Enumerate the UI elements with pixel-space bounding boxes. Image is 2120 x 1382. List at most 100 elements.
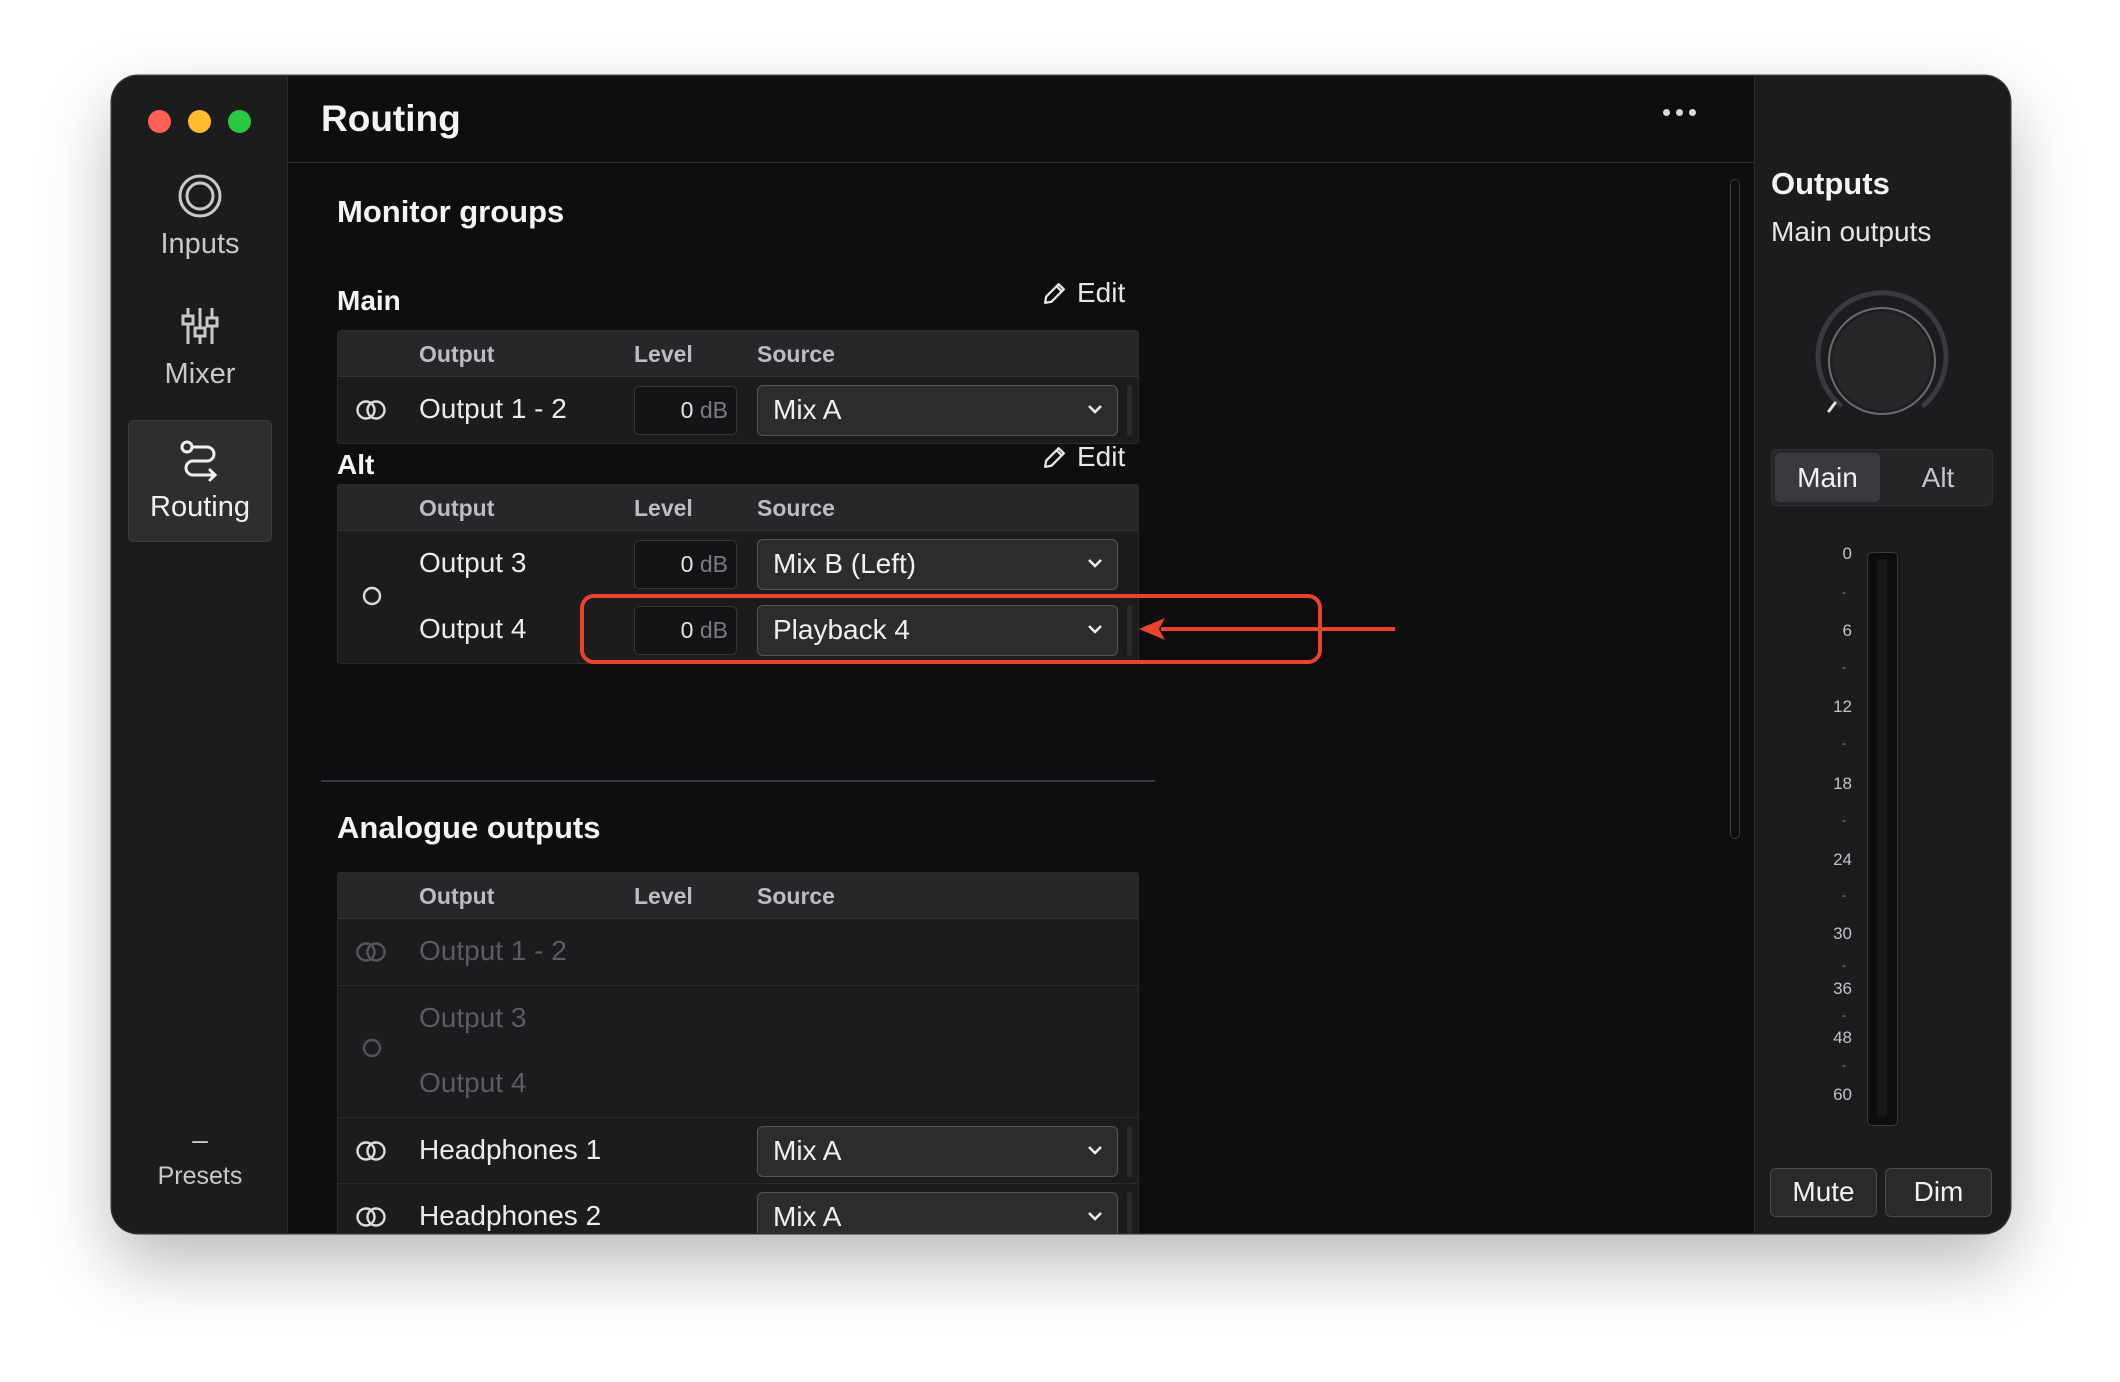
output-name: Output 3 xyxy=(419,1002,527,1033)
meter-minor-tick: - xyxy=(1842,1008,1846,1022)
table-row: Headphones 2 Mix A xyxy=(338,1183,1138,1233)
monitor-groups-title: Monitor groups xyxy=(337,194,565,229)
outputs-title: Outputs xyxy=(1771,166,1890,201)
presets-button[interactable]: – Presets xyxy=(112,1126,288,1191)
column-header-source: Source xyxy=(757,883,835,909)
table-row: Output 3 xyxy=(338,985,1138,1058)
meter-tick-label: 0 xyxy=(1842,544,1852,563)
source-dropdown[interactable]: Mix A xyxy=(757,385,1118,436)
chevron-down-icon xyxy=(1088,1212,1102,1221)
level-unit: dB xyxy=(699,397,728,423)
column-header-level: Level xyxy=(634,883,693,909)
zoom-window-button[interactable] xyxy=(228,110,251,133)
output-name: Headphones 2 xyxy=(419,1200,602,1231)
table-row: Output 1 - 2 0 dB Mix A xyxy=(338,377,1138,443)
column-header-level: Level xyxy=(634,341,693,367)
level-unit: dB xyxy=(699,551,728,577)
sidebar-item-label: Inputs xyxy=(160,228,240,260)
source-value: Mix A xyxy=(773,1201,842,1232)
table-row: Output 1 - 2 xyxy=(338,919,1138,985)
chevron-down-icon xyxy=(1088,405,1102,414)
mute-button[interactable]: Mute xyxy=(1770,1168,1877,1217)
outputs-subtitle: Main outputs xyxy=(1771,216,1932,247)
sidebar-item-label: Routing xyxy=(150,491,250,523)
sidebar-item-mixer[interactable]: Mixer xyxy=(128,302,272,424)
level-field[interactable]: 0 dB xyxy=(634,386,737,435)
source-dropdown[interactable]: Mix A xyxy=(757,1126,1118,1177)
mixer-icon xyxy=(181,308,219,344)
main-group-title: Main xyxy=(337,285,401,316)
stereo-link-icon[interactable] xyxy=(356,1139,386,1163)
meter-tick-label: 6 xyxy=(1842,621,1852,640)
meter-minor-tick: - xyxy=(1842,813,1846,827)
dim-button[interactable]: Dim xyxy=(1885,1168,1992,1217)
annotation-arrow xyxy=(1139,618,1395,640)
meter-tick-label: 60 xyxy=(1833,1085,1852,1104)
main-alt-toggle[interactable]: Main Alt xyxy=(1771,449,1993,506)
stereo-link-icon[interactable] xyxy=(356,1205,386,1229)
column-header-level: Level xyxy=(634,495,693,521)
meter-tick-label: 30 xyxy=(1833,924,1852,943)
sidebar-item-inputs[interactable]: Inputs xyxy=(128,172,272,294)
meter-tick-label: 48 xyxy=(1833,1028,1852,1047)
alt-toggle-button[interactable]: Alt xyxy=(1888,453,1988,502)
inputs-icon xyxy=(178,174,222,218)
volume-knob[interactable] xyxy=(1807,286,1957,436)
alt-edit-button[interactable]: Edit xyxy=(1041,441,1125,473)
output-level-meter xyxy=(1867,552,1898,1126)
pencil-icon xyxy=(1044,446,1065,468)
output-name: Output 3 xyxy=(419,547,527,578)
vertical-scrollbar[interactable] xyxy=(1730,179,1740,839)
main-toggle-button[interactable]: Main xyxy=(1775,453,1880,502)
presets-dash: – xyxy=(192,1124,208,1155)
level-meter xyxy=(1127,1192,1132,1233)
chevron-down-icon xyxy=(1088,559,1102,568)
close-window-button[interactable] xyxy=(148,110,171,133)
level-value: 0 xyxy=(680,551,694,577)
alt-group-title: Alt xyxy=(337,449,375,480)
minimize-window-button[interactable] xyxy=(188,110,211,133)
meter-minor-tick: - xyxy=(1842,888,1846,902)
outputs-panel: Outputs Main outputs Main Alt 0 - 6 - 12… xyxy=(1754,76,2010,1233)
level-field[interactable]: 0 dB xyxy=(634,540,737,589)
column-header-output: Output xyxy=(419,341,495,367)
traffic-lights xyxy=(148,110,251,133)
main-edit-button[interactable]: Edit xyxy=(1041,277,1125,309)
analogue-outputs-table: Output Level Source Output 1 - 2 Output … xyxy=(337,872,1139,1233)
level-value: 0 xyxy=(680,397,694,423)
section-divider xyxy=(321,780,1155,782)
stereo-link-icon xyxy=(356,942,386,962)
main-content: Routing Monitor groups Main Edit Output … xyxy=(288,76,1754,1233)
source-dropdown[interactable]: Mix B (Left) xyxy=(757,539,1118,590)
more-icon[interactable] xyxy=(1663,109,1696,116)
sidebar: Inputs Mixer Routing – Presets xyxy=(112,76,288,1233)
source-value: Mix A xyxy=(773,394,842,425)
table-row: Output 3 0 dB Mix B (Left) xyxy=(338,531,1138,597)
source-dropdown[interactable]: Mix A xyxy=(757,1192,1118,1233)
meter-tick-label: 24 xyxy=(1833,850,1852,869)
output-name: Headphones 1 xyxy=(419,1134,602,1165)
meter-minor-tick: - xyxy=(1842,958,1846,972)
meter-tick-label: 18 xyxy=(1833,774,1852,793)
table-row: Headphones 1 Mix A xyxy=(338,1117,1138,1183)
stereo-link-icon[interactable] xyxy=(356,398,386,422)
column-header-source: Source xyxy=(757,495,835,521)
level-meter xyxy=(1127,385,1132,436)
chevron-down-icon xyxy=(1088,1146,1102,1155)
app-window: Inputs Mixer Routing – Presets Routing M… xyxy=(112,76,2010,1233)
meter-minor-tick: - xyxy=(1842,1058,1846,1072)
output-name: Output 4 xyxy=(419,1067,527,1098)
sidebar-item-label: Mixer xyxy=(164,358,236,390)
meter-minor-tick: - xyxy=(1842,585,1846,599)
table-header: Output Level Source xyxy=(338,331,1138,377)
analogue-outputs-title: Analogue outputs xyxy=(337,810,601,845)
meter-tick-label: 36 xyxy=(1833,979,1852,998)
edit-label: Edit xyxy=(1077,441,1126,472)
table-row: Output 4 xyxy=(338,1051,1138,1117)
sidebar-item-routing[interactable]: Routing xyxy=(128,420,272,542)
source-value: Mix A xyxy=(773,1135,842,1166)
column-header-source: Source xyxy=(757,341,835,367)
pencil-icon xyxy=(1044,282,1065,304)
level-meter xyxy=(1127,1126,1132,1177)
column-header-output: Output xyxy=(419,883,495,909)
